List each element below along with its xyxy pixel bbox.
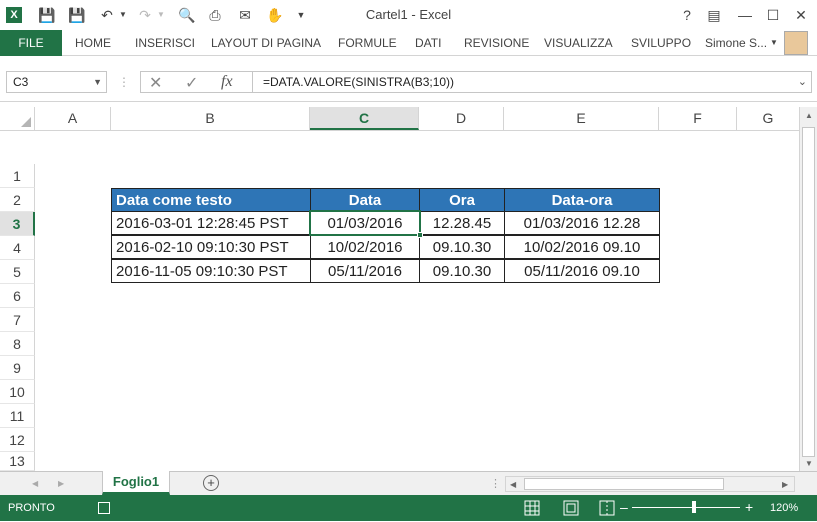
- table-cell[interactable]: 09.10.30: [419, 259, 505, 283]
- tab-home[interactable]: HOME: [75, 30, 111, 56]
- sheet-tab-bar: ◀ ▶ Foglio1 + ⋮ ◀ ▶: [0, 471, 817, 495]
- ribbon-tabs: FILE HOME INSERISCI LAYOUT DI PAGINA FOR…: [0, 30, 817, 56]
- tab-sviluppo[interactable]: SVILUPPO: [631, 30, 691, 56]
- cancel-icon[interactable]: ✕: [149, 73, 162, 93]
- column-header-a[interactable]: A: [35, 107, 111, 130]
- column-header-b[interactable]: B: [111, 107, 310, 130]
- table-header-cell[interactable]: Ora: [419, 188, 505, 212]
- tab-dati[interactable]: DATI: [415, 30, 441, 56]
- close-icon[interactable]: ✕: [790, 5, 812, 25]
- zoom-out-icon[interactable]: –: [620, 499, 628, 515]
- expand-formula-icon[interactable]: ⌄: [798, 72, 807, 92]
- user-name[interactable]: Simone S...: [705, 30, 767, 56]
- table-cell[interactable]: 2016-03-01 12:28:45 PST: [111, 211, 311, 235]
- column-header-f[interactable]: F: [659, 107, 737, 130]
- select-all-icon: [21, 117, 31, 127]
- tab-visualizza[interactable]: VISUALIZZA: [544, 30, 613, 56]
- table-cell[interactable]: 05/11/2016: [310, 259, 420, 283]
- row-header-1[interactable]: 1: [0, 164, 35, 188]
- scroll-right-icon[interactable]: ▶: [782, 480, 788, 489]
- name-box[interactable]: C3 ▼: [6, 71, 107, 93]
- formula-text: =DATA.VALORE(SINISTRA(B3;10)): [263, 75, 455, 89]
- title-bar: X 💾 💾 ↶ ▼ ↷ ▼ 🔍 ⎙ ✉ ✋ ▼ Cartel1 - Excel …: [0, 0, 817, 30]
- row-header-12[interactable]: 12: [0, 428, 35, 452]
- row-header-6[interactable]: 6: [0, 284, 35, 308]
- status-text: PRONTO: [8, 502, 55, 514]
- minimize-icon[interactable]: —: [734, 5, 756, 25]
- chevron-down-icon[interactable]: ▼: [93, 72, 102, 92]
- page-break-preview-icon[interactable]: [598, 499, 616, 517]
- formula-input[interactable]: =DATA.VALORE(SINISTRA(B3;10)) ⌄: [252, 71, 812, 93]
- scroll-left-icon[interactable]: ◀: [510, 480, 516, 489]
- row-header-3[interactable]: 3: [0, 212, 35, 236]
- column-header-e[interactable]: E: [504, 107, 659, 130]
- page-layout-view-icon[interactable]: [562, 499, 580, 517]
- vertical-scrollbar[interactable]: ▲ ▼: [799, 107, 817, 471]
- fill-handle[interactable]: [417, 232, 423, 238]
- help-icon[interactable]: ?: [676, 5, 698, 25]
- table-cell[interactable]: 01/03/2016: [310, 211, 420, 235]
- drag-handle-icon[interactable]: ⋮: [118, 75, 130, 89]
- row-header-10[interactable]: 10: [0, 380, 35, 404]
- row-header-11[interactable]: 11: [0, 404, 35, 428]
- row-header-4[interactable]: 4: [0, 236, 35, 260]
- table-cell[interactable]: 05/11/2016 09.10: [504, 259, 660, 283]
- table-cell[interactable]: 2016-02-10 09:10:30 PST: [111, 235, 311, 259]
- scroll-down-icon[interactable]: ▼: [805, 459, 813, 468]
- ribbon-display-options-icon[interactable]: ▤: [703, 5, 725, 25]
- normal-view-icon[interactable]: [523, 499, 541, 517]
- zoom-level[interactable]: 120%: [770, 495, 798, 521]
- tab-revisione[interactable]: REVISIONE: [464, 30, 529, 56]
- select-all-button[interactable]: [0, 107, 35, 130]
- status-bar: PRONTO – + 120%: [0, 495, 817, 521]
- vertical-scroll-thumb[interactable]: [802, 127, 815, 457]
- row-header-13[interactable]: 13: [0, 452, 35, 471]
- macro-recording-icon[interactable]: [98, 502, 110, 514]
- tab-inserisci[interactable]: INSERISCI: [135, 30, 195, 56]
- table-header-cell[interactable]: Data-ora: [504, 188, 660, 212]
- column-header-c[interactable]: C: [310, 107, 419, 130]
- column-header-g[interactable]: G: [737, 107, 800, 130]
- row-header-5[interactable]: 5: [0, 260, 35, 284]
- column-headers: A B C D E F G: [0, 107, 800, 131]
- row-header-2[interactable]: 2: [0, 188, 35, 212]
- horizontal-scrollbar[interactable]: ◀ ▶: [505, 476, 795, 492]
- user-dropdown-icon[interactable]: ▼: [770, 30, 778, 56]
- tab-layout-di-pagina[interactable]: LAYOUT DI PAGINA: [211, 30, 321, 56]
- table-cell[interactable]: 01/03/2016 12.28: [504, 211, 660, 235]
- tab-formule[interactable]: FORMULE: [338, 30, 397, 56]
- table-cell[interactable]: 09.10.30: [419, 235, 505, 259]
- enter-icon[interactable]: ✓: [185, 73, 198, 93]
- avatar[interactable]: [784, 31, 808, 55]
- row-header-8[interactable]: 8: [0, 332, 35, 356]
- column-header-d[interactable]: D: [419, 107, 504, 130]
- row-header-9[interactable]: 9: [0, 356, 35, 380]
- sheet-scroll-right-icon[interactable]: ▶: [58, 479, 64, 488]
- tab-file[interactable]: FILE: [0, 30, 62, 56]
- table-header-cell[interactable]: Data: [310, 188, 420, 212]
- row-headers: 1 2 3 4 5 6 7 8 9 10 11 12 13: [0, 131, 35, 471]
- table-header-cell[interactable]: Data come testo: [111, 188, 311, 212]
- scroll-up-icon[interactable]: ▲: [805, 111, 813, 120]
- row-header-7[interactable]: 7: [0, 308, 35, 332]
- maximize-icon[interactable]: ☐: [762, 5, 784, 25]
- zoom-slider-thumb[interactable]: [692, 501, 696, 513]
- tab-foglio1[interactable]: Foglio1: [102, 471, 170, 495]
- table-cell[interactable]: 10/02/2016 09.10: [504, 235, 660, 259]
- table-cell[interactable]: 12.28.45: [419, 211, 505, 235]
- name-box-value: C3: [13, 75, 29, 89]
- table-cell[interactable]: 10/02/2016: [310, 235, 420, 259]
- add-sheet-icon[interactable]: +: [203, 475, 219, 491]
- zoom-in-icon[interactable]: +: [745, 499, 753, 515]
- insert-function-icon[interactable]: fx: [221, 73, 233, 91]
- formula-tools: ✕ ✓ fx: [140, 71, 252, 93]
- table-cell[interactable]: 2016-11-05 09:10:30 PST: [111, 259, 311, 283]
- splitter-handle-icon[interactable]: ⋮: [490, 477, 501, 490]
- horizontal-scroll-thumb[interactable]: [524, 478, 724, 490]
- zoom-slider[interactable]: [632, 507, 740, 508]
- formula-bar: C3 ▼ ⋮ ✕ ✓ fx =DATA.VALORE(SINISTRA(B3;1…: [0, 56, 817, 102]
- sheet-scroll-left-icon[interactable]: ◀: [32, 479, 38, 488]
